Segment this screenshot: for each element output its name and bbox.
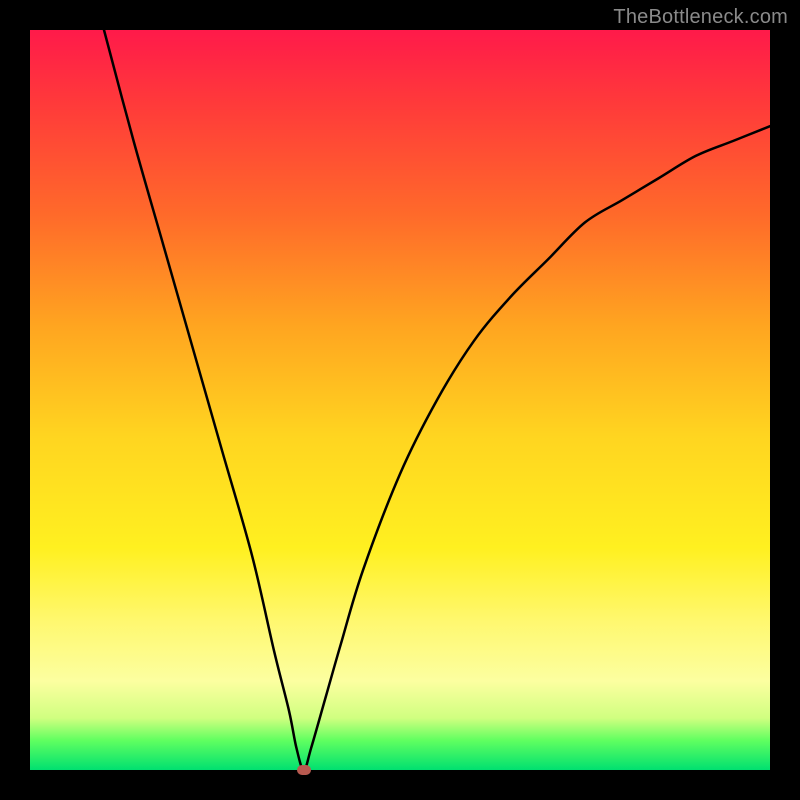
optimum-marker: [297, 765, 311, 775]
chart-frame: TheBottleneck.com: [0, 0, 800, 800]
watermark-text: TheBottleneck.com: [613, 6, 788, 29]
curve-svg: [30, 30, 770, 770]
plot-area: [30, 30, 770, 770]
bottleneck-curve: [104, 30, 770, 770]
